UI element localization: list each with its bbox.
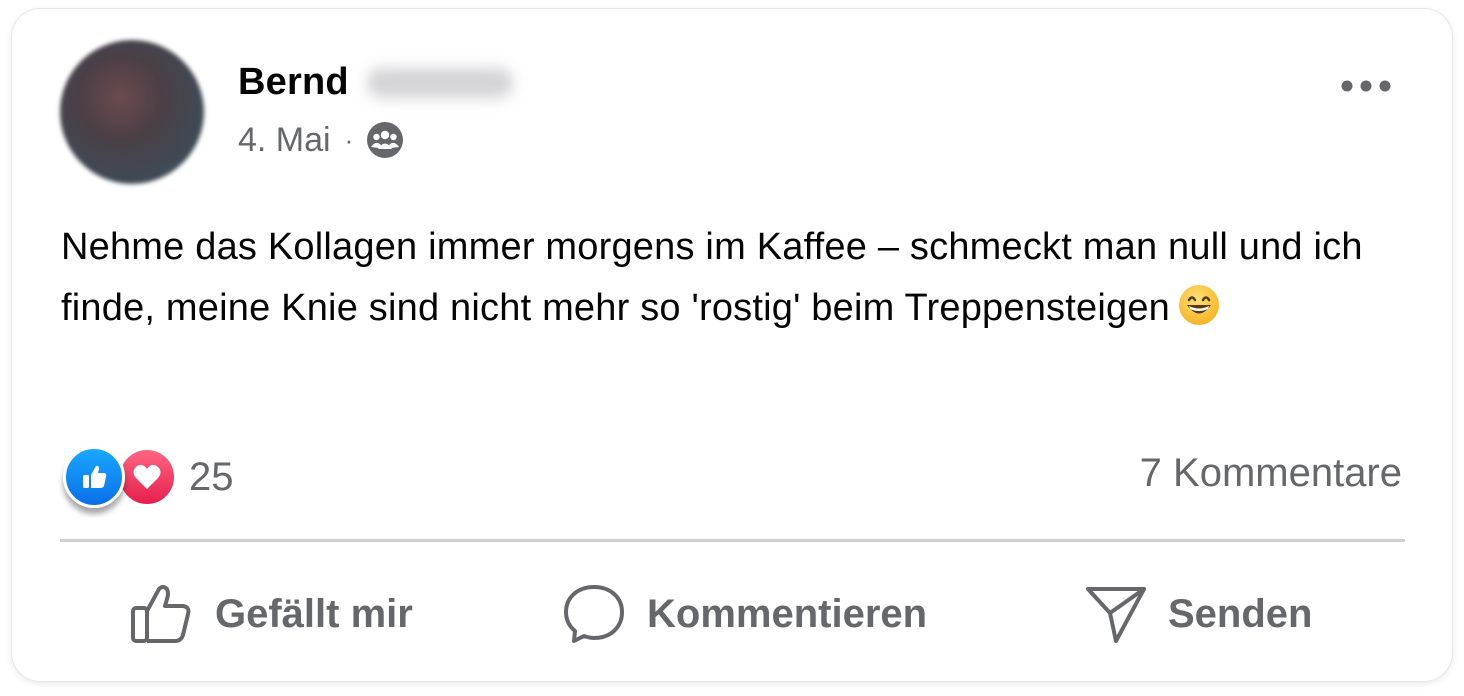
like-button[interactable]: Gefällt mir (129, 575, 413, 653)
post-meta: 4. Mai · (238, 120, 405, 160)
action-bar: Gefällt mir Kommentieren Senden (12, 575, 1452, 653)
comments-count-link[interactable]: 7 Kommentare (1140, 451, 1402, 496)
comment-button[interactable]: Kommentieren (561, 575, 927, 653)
post-body: Nehme das Kollagen immer morgens im Kaff… (61, 217, 1421, 339)
comment-bubble-icon (564, 585, 624, 643)
more-dots-icon (1341, 80, 1391, 92)
post-body-text: Nehme das Kollagen immer morgens im Kaff… (61, 226, 1363, 329)
author-row: Bernd (238, 61, 513, 104)
author-name[interactable]: Bernd (238, 61, 349, 104)
author-surname-redacted (366, 67, 513, 98)
like-reaction-icon (63, 446, 125, 508)
thumbs-up-icon (131, 585, 191, 643)
comment-button-label: Kommentieren (647, 591, 928, 636)
group-icon[interactable] (365, 120, 405, 160)
grinning-face-emoji (1179, 285, 1219, 325)
send-button-label: Senden (1168, 591, 1313, 636)
send-icon (1086, 587, 1146, 643)
more-options-button[interactable] (1338, 71, 1394, 101)
post-card: Bernd 4. Mai · Nehme das Kollagen immer … (12, 9, 1452, 681)
reaction-count: 25 (189, 454, 234, 499)
divider (60, 539, 1405, 542)
send-button[interactable]: Senden (1084, 575, 1312, 653)
reaction-summary[interactable]: 25 (63, 446, 234, 508)
avatar[interactable] (60, 40, 204, 184)
meta-separator: · (344, 124, 354, 155)
like-button-label: Gefällt mir (215, 591, 413, 636)
post-date[interactable]: 4. Mai (238, 121, 331, 160)
love-reaction-icon (117, 447, 177, 507)
